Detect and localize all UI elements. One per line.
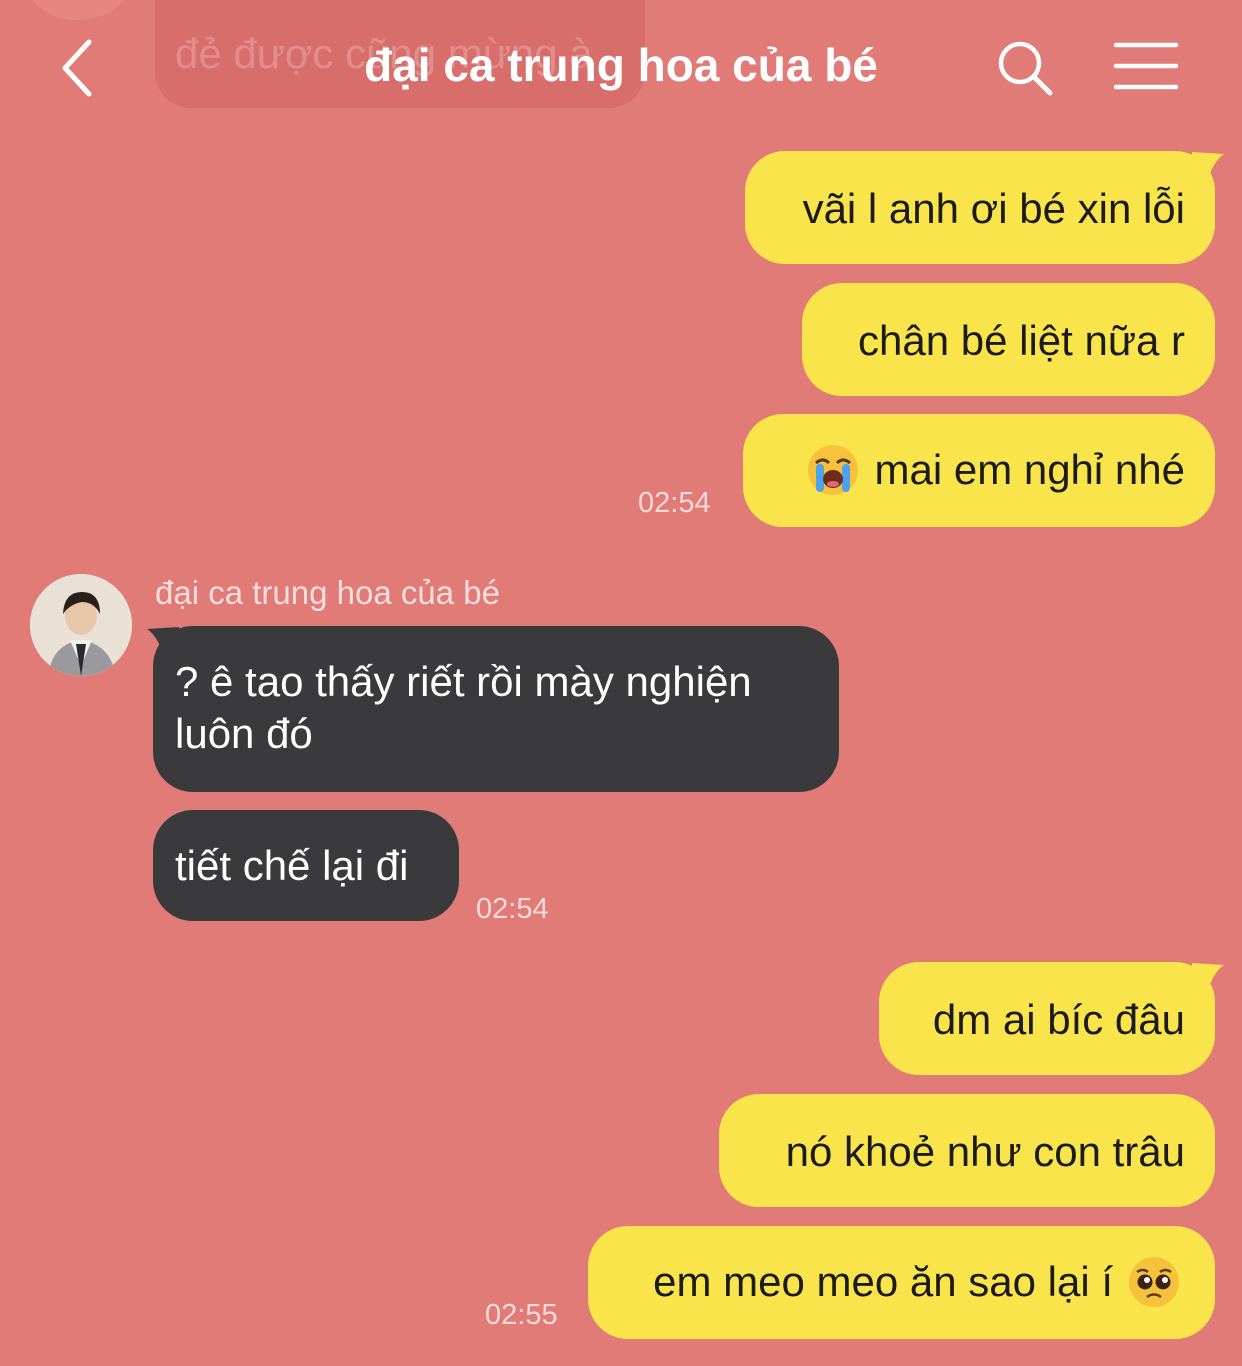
- chat-area: đẻ được cũng mừng à vãi l anh ơi bé xin …: [0, 0, 1242, 1366]
- pleading-face-icon: [1129, 1256, 1179, 1307]
- chat-header: đại ca trung hoa của bé: [0, 0, 1242, 130]
- bubble-tail: [1192, 963, 1224, 997]
- message-text: em meo meo ăn sao lại í: [653, 1258, 1113, 1305]
- message-text: dm ai bíc đâu: [932, 996, 1185, 1043]
- avatar-photo-icon: [30, 574, 132, 676]
- message-text: mai em nghỉ nhé: [874, 446, 1185, 493]
- incoming-message[interactable]: tiết chế lại đi: [153, 810, 459, 921]
- loudly-crying-face-icon: [808, 444, 859, 495]
- message-text-line: luôn đó: [175, 710, 313, 757]
- message-timestamp: 02:55: [485, 1299, 558, 1331]
- outgoing-message[interactable]: em meo meo ăn sao lại í: [588, 1226, 1215, 1339]
- search-button[interactable]: [995, 38, 1055, 98]
- message-text: tiết chế lại đi: [175, 842, 409, 889]
- message-timestamp: 02:54: [638, 487, 711, 519]
- message-text: nó khoẻ như con trâu: [785, 1128, 1185, 1175]
- sender-name: đại ca trung hoa của bé: [155, 574, 500, 611]
- bubble-tail: [1192, 152, 1224, 186]
- outgoing-message[interactable]: nó khoẻ như con trâu: [719, 1094, 1215, 1207]
- outgoing-message[interactable]: mai em nghỉ nhé: [743, 414, 1215, 527]
- bubble-tail: [147, 627, 179, 661]
- outgoing-message[interactable]: chân bé liệt nữa r: [802, 283, 1215, 396]
- outgoing-message[interactable]: vãi l anh ơi bé xin lỗi: [745, 151, 1215, 264]
- sender-avatar[interactable]: [30, 574, 132, 676]
- outgoing-message[interactable]: dm ai bíc đâu: [879, 962, 1215, 1075]
- search-icon: [998, 41, 1053, 96]
- message-text: vãi l anh ơi bé xin lỗi: [802, 185, 1185, 232]
- incoming-message[interactable]: ? ê tao thấy riết rồi mày nghiện luôn đó: [153, 626, 839, 792]
- chat-title: đại ca trung hoa của bé: [364, 39, 878, 91]
- message-text: chân bé liệt nữa r: [858, 317, 1185, 364]
- hamburger-menu-icon: [1113, 42, 1179, 90]
- message-timestamp: 02:54: [476, 893, 549, 925]
- menu-button[interactable]: [1112, 40, 1180, 92]
- message-text-line: ? ê tao thấy riết rồi mày nghiện: [175, 658, 752, 705]
